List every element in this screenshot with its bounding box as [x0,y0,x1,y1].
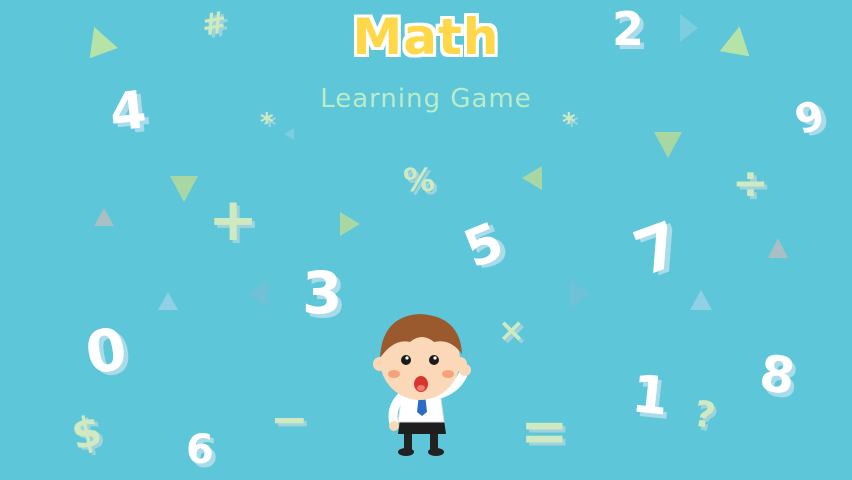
boy-character [373,314,471,456]
number-6: 6 [186,427,214,473]
triangle-decoration [680,14,698,42]
number-5: 5 [456,211,513,281]
number-7: 7 [624,206,691,291]
question-symbol: ? [690,393,719,438]
triangle-decoration [170,176,198,202]
triangle-decoration [654,132,682,158]
triangle-decoration [768,238,788,258]
triangle-decoration [690,290,712,310]
triangle-decoration [158,292,178,310]
asterisk-symbol: * [562,108,576,138]
triangle-decoration [284,128,294,140]
triangle-decoration [340,212,360,236]
triangle-decoration [522,166,542,190]
triangle-decoration [719,23,755,57]
minus-symbol: − [270,392,309,446]
number-2: 2 [612,2,645,56]
divide-symbol: ÷ [732,158,769,209]
hash-symbol: # [199,5,230,44]
plus-symbol: + [208,185,259,255]
equals-symbol: = [520,397,569,465]
number-0: 0 [80,314,132,388]
times-symbol: × [498,311,525,349]
percent-symbol: % [403,161,436,199]
triangle-decoration [248,280,268,308]
number-8: 8 [756,343,799,407]
dollar-symbol: $ [67,405,106,460]
number-1: 1 [628,364,672,428]
game-title-screen: Math Learning Game 4 2 9 3 5 7 0 8 1 6 #… [0,0,852,480]
number-4: 4 [106,80,150,144]
triangle-decoration [570,280,590,308]
number-3: 3 [302,259,343,327]
triangle-decoration [94,208,114,226]
asterisk-symbol: * [260,108,274,138]
